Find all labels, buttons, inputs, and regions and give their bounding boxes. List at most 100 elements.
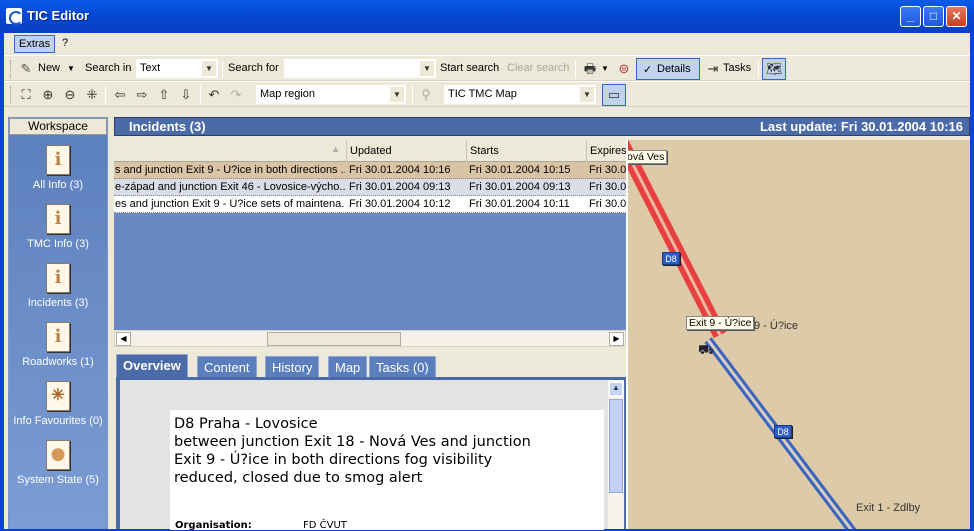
start-search-button[interactable]: Start search [440,62,499,74]
maximize-button[interactable]: □ [923,6,944,27]
map-toolbar: ⛶ ⊕ ⊖ ⁜ ⇦ ⇨ ⇧ ⇩ ↶ ↷ Map region ▼ ⚲ TIC T… [4,81,970,107]
column-header-starts[interactable]: Starts [467,140,587,162]
undo-icon[interactable]: ↶ [206,87,222,103]
tasks-icon: ⇥ [707,61,719,76]
horizontal-layout-icon: ▭ [607,87,621,102]
organisation-row: Organisation: FD ČVUT [175,520,347,531]
pan-left-icon[interactable]: ⇦ [112,87,128,103]
window-title: TIC Editor [27,8,90,23]
workspace-item-label: Roadworks (1) [22,356,94,368]
list-header-bar: Incidents (3) Last update: Fri 30.01.200… [114,117,970,136]
redo-icon[interactable]: ↷ [228,87,244,103]
workspace-item-incidents[interactable]: Incidents (3) [9,263,107,309]
new-button[interactable]: New [38,62,60,74]
workspace-item-info-favourites[interactable]: Info Favourites (0) [9,381,107,427]
binoculars-icon[interactable]: ⚲ [418,87,434,103]
details-toggle[interactable]: ✓ Details [636,58,700,80]
vertical-scrollbar[interactable]: ▲ [608,380,624,529]
pan-right-icon[interactable]: ⇨ [134,87,150,103]
tab-history[interactable]: History [265,356,320,378]
title-bar[interactable]: TIC Editor _ □ ✕ [0,0,974,33]
chevron-down-icon[interactable]: ▼ [420,61,434,76]
cell-expires: Fri 30.0 [589,198,626,210]
cell-starts: Fri 30.01.2004 09:13 [469,181,571,193]
scroll-up-icon[interactable]: ▲ [609,382,623,396]
map-value: TIC TMC Map [448,88,517,100]
layout-toggle[interactable]: ▭ [602,84,626,106]
zoom-find-icon[interactable]: ⊜ [616,61,632,77]
column-header-expires[interactable]: Expires [587,140,626,162]
organisation-value: FD ČVUT [303,520,347,531]
tasks-button[interactable]: Tasks [723,62,751,74]
map-select[interactable]: TIC TMC Map ▼ [444,85,596,104]
tab-content[interactable]: Content [197,356,257,378]
zoom-in-icon[interactable]: ⊕ [40,87,56,103]
close-button[interactable]: ✕ [946,6,967,27]
map-toggle[interactable]: 🗺 [762,58,786,80]
road-network [628,140,857,529]
print-icon[interactable]: 🖶 [582,61,598,77]
workspace-panel: Workspace All Info (3) TMC Info (3) Inci… [8,117,108,529]
road-segment-closed[interactable] [628,140,727,339]
workspace-item-all-info[interactable]: All Info (3) [9,145,107,191]
column-header-description[interactable]: ▲ [114,140,347,162]
pan-down-icon[interactable]: ⇩ [178,87,194,103]
list-title: Incidents (3) [129,119,206,134]
search-for-label: Search for [228,62,279,74]
cell-description: es and junction Exit 9 - Ú?ice sets of m… [115,198,345,210]
table-row[interactable]: s and junction Exit 9 - Ú?ice in both di… [114,162,626,179]
horizontal-scrollbar[interactable]: ◀ ▶ [114,330,626,347]
scroll-left-icon[interactable]: ◀ [116,332,131,346]
scroll-thumb[interactable] [267,332,401,346]
chevron-down-icon[interactable]: ▼ [202,61,216,76]
column-header-updated[interactable]: Updated [347,140,467,162]
info-document-icon [46,145,70,175]
clear-search-button[interactable]: Clear search [507,62,569,74]
tab-overview[interactable]: Overview [116,354,188,378]
map-tooltip-exit9: Exit 9 - Ú?ice [686,316,755,330]
new-dropdown-arrow-icon[interactable]: ▼ [67,64,75,73]
cell-starts: Fri 30.01.2004 10:11 [469,198,570,210]
toolbar-separator [200,86,201,104]
workspace-item-system-state[interactable]: System State (5) [9,440,107,486]
zoom-out-icon[interactable]: ⊖ [62,87,78,103]
toolbar-separator [105,86,106,104]
map-tooltip: ová Ves [628,150,668,164]
cell-updated: Fri 30.01.2004 10:12 [349,198,451,210]
map-view[interactable]: ová Ves D8 9 - Ú?ice Exit 9 - Ú?ice ⛟ D8… [626,140,970,529]
new-document-icon: ✎ [20,61,32,76]
map-region-select[interactable]: Map region ▼ [256,85,406,104]
table-row[interactable]: es and junction Exit 9 - Ú?ice sets of m… [114,196,626,213]
incident-event: reduced, closed due to smog alert [174,470,423,486]
table-row[interactable]: e-západ and junction Exit 46 - Lovosice-… [114,179,626,196]
toolbar-grip[interactable] [10,60,13,78]
info-document-icon [46,263,70,293]
scroll-right-icon[interactable]: ▶ [609,332,624,346]
sort-ascending-icon: ▲ [331,144,340,154]
pan-up-icon[interactable]: ⇧ [156,87,172,103]
app-window: TIC Editor _ □ ✕ Extras ? ✎ New ▼ Search… [0,0,974,531]
chevron-down-icon[interactable]: ▼ [580,87,594,102]
search-in-select[interactable]: Text ▼ [136,59,218,78]
full-extent-icon[interactable]: ⁜ [84,87,100,103]
minimize-button[interactable]: _ [900,6,921,27]
map-region-value: Map region [260,88,316,100]
print-dropdown-arrow-icon[interactable]: ▼ [601,64,609,73]
toolbar-grip[interactable] [10,86,13,104]
info-document-icon [46,322,70,352]
chevron-down-icon[interactable]: ▼ [390,87,404,102]
search-for-input[interactable]: ▼ [284,59,436,78]
workspace-item-roadworks[interactable]: Roadworks (1) [9,322,107,368]
incident-marker-icon[interactable]: ⛟ [698,342,714,360]
tab-map[interactable]: Map [328,356,368,378]
tab-tasks[interactable]: Tasks (0) [369,356,436,378]
workspace-item-label: All Info (3) [32,179,84,191]
menu-help[interactable]: ? [58,35,72,53]
fit-extent-icon[interactable]: ⛶ [18,87,34,103]
workspace-item-tmc-info[interactable]: TMC Info (3) [9,204,107,250]
favourites-document-icon [46,381,70,411]
workspace-item-label: System State (5) [17,474,99,486]
scroll-thumb[interactable] [609,399,623,493]
menu-extras[interactable]: Extras [14,35,56,53]
incident-location: between junction Exit 18 - Nová Ves and … [174,434,531,450]
